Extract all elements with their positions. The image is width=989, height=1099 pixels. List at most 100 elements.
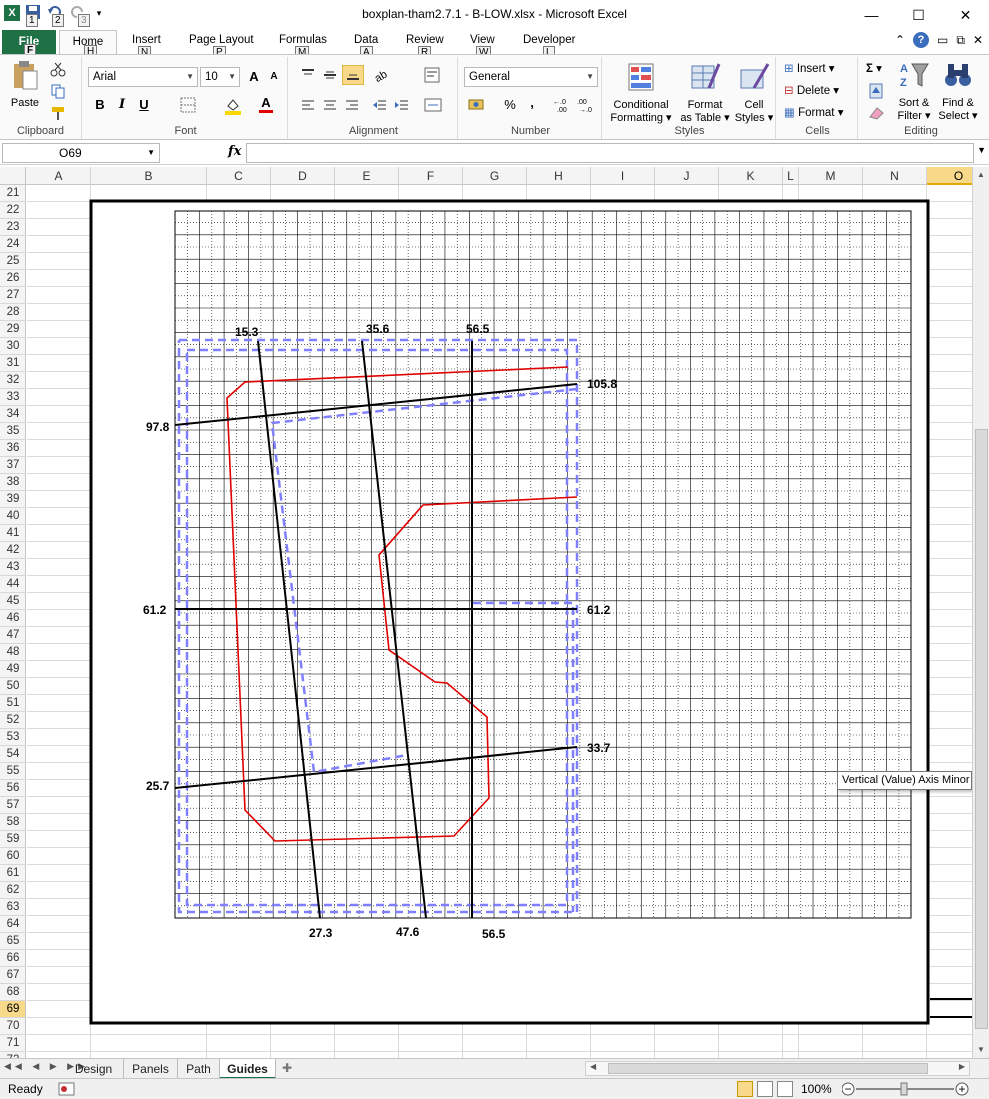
- macro-record-icon[interactable]: [58, 1082, 76, 1097]
- row-header-58[interactable]: 58: [0, 814, 25, 831]
- row-header-64[interactable]: 64: [0, 916, 25, 933]
- horizontal-scrollbar[interactable]: ◀ ▶: [585, 1061, 970, 1076]
- accounting-format-icon[interactable]: [468, 97, 488, 113]
- row-header-45[interactable]: 45: [0, 593, 25, 610]
- merge-center-icon[interactable]: [424, 97, 442, 113]
- sheet-tab-path[interactable]: Path: [178, 1059, 220, 1079]
- column-header-e[interactable]: E: [335, 167, 399, 185]
- row-header-24[interactable]: 24: [0, 236, 25, 253]
- row-header-59[interactable]: 59: [0, 831, 25, 848]
- format-painter-icon[interactable]: [50, 105, 66, 121]
- column-header-g[interactable]: G: [463, 167, 527, 185]
- collapse-ribbon-icon[interactable]: ⌃: [895, 33, 905, 47]
- row-header-35[interactable]: 35: [0, 423, 25, 440]
- align-bottom-icon[interactable]: [342, 65, 364, 85]
- row-header-42[interactable]: 42: [0, 542, 25, 559]
- help-icon[interactable]: ?: [913, 32, 930, 48]
- tab-data[interactable]: Data A: [354, 34, 378, 59]
- row-header-47[interactable]: 47: [0, 627, 25, 644]
- sort-filter-button[interactable]: AZ Sort & Filter ▾: [894, 59, 934, 123]
- autosum-button[interactable]: Σ ▾: [866, 59, 882, 79]
- sheet-tab-guides[interactable]: Guides: [220, 1059, 276, 1079]
- row-header-54[interactable]: 54: [0, 746, 25, 763]
- row-header-29[interactable]: 29: [0, 321, 25, 338]
- row-header-63[interactable]: 63: [0, 899, 25, 916]
- tab-file[interactable]: File F: [2, 30, 56, 57]
- row-header-70[interactable]: 70: [0, 1018, 25, 1035]
- font-size-select[interactable]: 10 ▼: [200, 67, 240, 87]
- row-header-40[interactable]: 40: [0, 508, 25, 525]
- row-header-21[interactable]: 21: [0, 185, 25, 202]
- tab-insert[interactable]: Insert N: [132, 34, 161, 59]
- row-header-60[interactable]: 60: [0, 848, 25, 865]
- tab-developer[interactable]: Developer L: [523, 34, 575, 59]
- maximize-button[interactable]: ☐: [895, 0, 942, 30]
- fill-color-icon[interactable]: [224, 97, 242, 115]
- tab-review[interactable]: Review R: [406, 34, 444, 59]
- comma-style-button[interactable]: ,: [522, 93, 542, 113]
- percent-style-button[interactable]: %: [500, 95, 520, 115]
- row-header-41[interactable]: 41: [0, 525, 25, 542]
- worksheet-grid[interactable]: 15.3 35.6 56.5 105.8 97.8 61.2 61.2 33.7…: [27, 185, 972, 1058]
- row-header-26[interactable]: 26: [0, 270, 25, 287]
- column-header-c[interactable]: C: [207, 167, 271, 185]
- scroll-left-icon[interactable]: ◀: [590, 1062, 596, 1071]
- expand-formula-bar-icon[interactable]: ▼: [977, 145, 986, 155]
- row-header-66[interactable]: 66: [0, 950, 25, 967]
- row-header-57[interactable]: 57: [0, 797, 25, 814]
- row-header-39[interactable]: 39: [0, 491, 25, 508]
- column-header-a[interactable]: A: [27, 167, 91, 185]
- workbook-minimize-icon[interactable]: ▭: [937, 33, 948, 47]
- row-header-23[interactable]: 23: [0, 219, 25, 236]
- row-header-61[interactable]: 61: [0, 865, 25, 882]
- column-header-f[interactable]: F: [399, 167, 463, 185]
- align-middle-icon[interactable]: [322, 67, 338, 83]
- row-header-62[interactable]: 62: [0, 882, 25, 899]
- row-header-53[interactable]: 53: [0, 729, 25, 746]
- bold-button[interactable]: B: [90, 95, 110, 115]
- chart-area[interactable]: [89, 199, 930, 1025]
- row-header-34[interactable]: 34: [0, 406, 25, 423]
- column-header-l[interactable]: L: [783, 167, 799, 185]
- scroll-down-icon[interactable]: ▼: [973, 1042, 989, 1058]
- vertical-scrollbar[interactable]: ▲ ▼: [972, 167, 989, 1058]
- grow-font-button[interactable]: A: [244, 67, 264, 87]
- column-header-h[interactable]: H: [527, 167, 591, 185]
- row-header-52[interactable]: 52: [0, 712, 25, 729]
- delete-cells-button[interactable]: ⊟ Delete ▾: [784, 81, 839, 101]
- insert-cells-button[interactable]: ⊞ Insert ▾: [784, 59, 835, 79]
- page-break-view-icon[interactable]: [777, 1081, 793, 1097]
- row-header-37[interactable]: 37: [0, 457, 25, 474]
- column-header-j[interactable]: J: [655, 167, 719, 185]
- decrease-indent-icon[interactable]: [372, 97, 388, 113]
- insert-function-icon[interactable]: fx: [228, 144, 241, 159]
- format-as-table-button[interactable]: Format as Table ▾: [676, 61, 734, 125]
- row-header-55[interactable]: 55: [0, 763, 25, 780]
- tab-formulas[interactable]: Formulas M: [279, 34, 327, 59]
- row-header-65[interactable]: 65: [0, 933, 25, 950]
- zoom-out-icon[interactable]: −: [844, 1082, 851, 1096]
- row-header-48[interactable]: 48: [0, 644, 25, 661]
- page-layout-view-icon[interactable]: [757, 1081, 773, 1097]
- zoom-slider[interactable]: − +: [842, 1080, 970, 1098]
- workbook-close-icon[interactable]: ✕: [973, 33, 983, 47]
- row-header-56[interactable]: 56: [0, 780, 25, 797]
- close-button[interactable]: ✕: [942, 0, 989, 30]
- insert-sheet-icon[interactable]: ✚: [282, 1061, 292, 1075]
- row-header-44[interactable]: 44: [0, 576, 25, 593]
- row-header-46[interactable]: 46: [0, 610, 25, 627]
- workbook-restore-icon[interactable]: ⧉: [956, 33, 965, 48]
- orientation-icon[interactable]: ab: [372, 67, 394, 83]
- align-right-icon[interactable]: [344, 97, 360, 113]
- italic-button[interactable]: I: [112, 95, 132, 115]
- copy-icon[interactable]: [50, 83, 66, 99]
- underline-button[interactable]: U: [134, 95, 154, 115]
- column-header-d[interactable]: D: [271, 167, 335, 185]
- align-center-icon[interactable]: [322, 97, 338, 113]
- paste-button[interactable]: Paste: [6, 59, 44, 110]
- formula-input[interactable]: [246, 143, 974, 163]
- column-header-b[interactable]: B: [91, 167, 207, 185]
- row-header-22[interactable]: 22: [0, 202, 25, 219]
- align-left-icon[interactable]: [300, 97, 316, 113]
- column-header-k[interactable]: K: [719, 167, 783, 185]
